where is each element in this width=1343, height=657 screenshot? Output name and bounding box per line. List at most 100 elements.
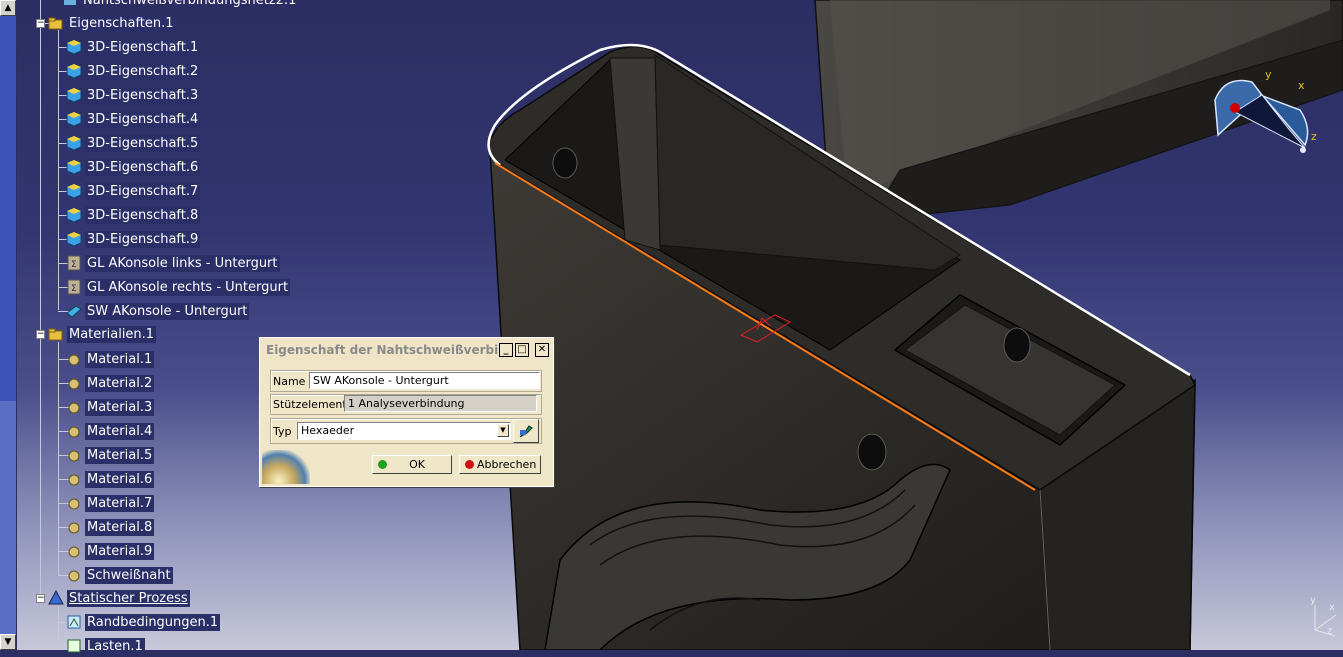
loads-icon xyxy=(67,639,81,653)
dialog-titlebar[interactable]: Eigenschaft der Nahtschweißverbi... _ □ … xyxy=(262,340,551,360)
tree-item-label: Materialien.1 xyxy=(67,325,157,343)
folder-materials-icon xyxy=(48,328,63,341)
tree-item-label: Material.7 xyxy=(85,494,155,512)
dialog-title: Eigenschaft der Nahtschweißverbi... xyxy=(266,343,499,357)
cancel-label: Abbrechen xyxy=(477,458,537,471)
dialog-logo-icon xyxy=(262,450,310,484)
tree-item-label: 3D-Eigenschaft.6 xyxy=(85,158,201,176)
tree-item-material-4[interactable]: Material.4 xyxy=(66,420,155,442)
tree-item-label: 3D-Eigenschaft.5 xyxy=(85,134,201,152)
tree-item-label: 3D-Eigenschaft.1 xyxy=(85,38,201,56)
tree-item-label: GL AKonsole links - Untergurt xyxy=(85,254,280,272)
cancel-button[interactable]: Abbrechen xyxy=(459,455,541,474)
tree-scrollbar[interactable]: ▲ ▼ xyxy=(0,0,17,650)
tree-item-label: Material.8 xyxy=(85,518,155,536)
boundary-conditions-icon xyxy=(67,615,81,629)
tree-item-property-8[interactable]: 3D-Eigenschaft.8 xyxy=(66,204,201,226)
tree-item-material-1[interactable]: Material.1 xyxy=(66,348,155,370)
tree-item-label: 3D-Eigenschaft.8 xyxy=(85,206,201,224)
minimize-icon[interactable]: _ xyxy=(499,343,513,357)
tree-item-label: 3D-Eigenschaft.2 xyxy=(85,62,201,80)
type-label: Typ xyxy=(273,425,292,438)
type-edit-button[interactable] xyxy=(513,419,539,443)
tree-item-material-7[interactable]: Material.7 xyxy=(66,492,155,514)
expander-minus-icon[interactable]: − xyxy=(36,594,45,603)
property-3d-icon xyxy=(66,231,82,247)
compass-z-label: z xyxy=(1311,130,1317,143)
tree-item-property-3[interactable]: 3D-Eigenschaft.3 xyxy=(66,84,201,106)
tree-item-label: Statischer Prozess xyxy=(67,589,190,607)
weld-net-icon xyxy=(64,0,76,5)
tree-item-label: 3D-Eigenschaft.9 xyxy=(85,230,201,248)
tree-item-material-5[interactable]: Material.5 xyxy=(66,444,155,466)
tree-item-property-1[interactable]: 3D-Eigenschaft.1 xyxy=(66,36,201,58)
scroll-down-arrow-icon[interactable]: ▼ xyxy=(0,634,16,650)
axis-triad: y x z xyxy=(1310,595,1337,637)
tree-item-property-4[interactable]: 3D-Eigenschaft.4 xyxy=(66,108,201,130)
tree-item-material-10[interactable]: Schweißnaht xyxy=(66,564,173,586)
tree-item-gl-1[interactable]: Σ GL AKonsole links - Untergurt xyxy=(66,252,280,274)
ok-label: OK xyxy=(409,458,425,471)
material-icon xyxy=(68,474,80,486)
weld-property-dialog[interactable]: Eigenschaft der Nahtschweißverbi... _ □ … xyxy=(259,337,554,487)
tree-item-materials-group[interactable]: Materialien.1 xyxy=(48,323,157,345)
edit-tool-icon xyxy=(519,425,533,438)
property-3d-icon xyxy=(66,87,82,103)
close-icon[interactable]: ✕ xyxy=(535,343,549,357)
tree-item-label: Schweißnaht xyxy=(85,566,173,584)
property-3d-icon xyxy=(66,63,82,79)
tree-item-label: Material.9 xyxy=(85,542,155,560)
process-icon xyxy=(48,590,64,605)
name-field[interactable]: SW AKonsole - Untergurt xyxy=(309,372,540,389)
expander-minus-icon[interactable]: − xyxy=(36,19,45,28)
tree-item-property-9[interactable]: 3D-Eigenschaft.9 xyxy=(66,228,201,250)
material-icon xyxy=(68,378,80,390)
tree-item-label: Material.3 xyxy=(85,398,155,416)
tree-item-label: Randbedingungen.1 xyxy=(85,613,221,631)
material-icon xyxy=(68,570,80,582)
tree-item-label: 3D-Eigenschaft.7 xyxy=(85,182,201,200)
gl-property-icon: Σ xyxy=(67,255,81,271)
material-icon xyxy=(68,450,80,462)
tree-item-boundary-conditions[interactable]: Randbedingungen.1 xyxy=(66,611,221,633)
material-icon xyxy=(68,546,80,558)
tree-item-sw-weld[interactable]: SW AKonsole - Untergurt xyxy=(66,300,250,322)
tree-item-property-2[interactable]: 3D-Eigenschaft.2 xyxy=(66,60,201,82)
tree-item-property-5[interactable]: 3D-Eigenschaft.5 xyxy=(66,132,201,154)
material-icon xyxy=(68,354,80,366)
tree-item-material-8[interactable]: Material.8 xyxy=(66,516,155,538)
scrollbar-thumb[interactable] xyxy=(0,16,16,401)
tree-item-material-3[interactable]: Material.3 xyxy=(66,396,155,418)
material-icon xyxy=(68,426,80,438)
support-field[interactable]: 1 Analyseverbindung xyxy=(344,395,537,412)
tree-item-property-6[interactable]: 3D-Eigenschaft.6 xyxy=(66,156,201,178)
property-3d-icon xyxy=(66,207,82,223)
chevron-down-icon[interactable]: ▼ xyxy=(497,424,509,437)
property-3d-icon xyxy=(66,111,82,127)
tree-item-weld-net[interactable]: Nahtschweißverbindungsnetz2.1 xyxy=(62,0,298,11)
compass-x-label: x xyxy=(1298,79,1305,92)
svg-text:Σ: Σ xyxy=(71,260,77,270)
tree-item-label: 3D-Eigenschaft.3 xyxy=(85,86,201,104)
tree-item-label: Nahtschweißverbindungsnetz2.1 xyxy=(83,0,297,8)
tree-item-property-7[interactable]: 3D-Eigenschaft.7 xyxy=(66,180,201,202)
property-3d-icon xyxy=(66,135,82,151)
maximize-icon[interactable]: □ xyxy=(515,343,529,357)
tree-item-material-6[interactable]: Material.6 xyxy=(66,468,155,490)
type-select[interactable]: Hexaeder ▼ xyxy=(297,422,511,440)
type-select-value: Hexaeder xyxy=(301,424,355,437)
tree-item-label: Material.6 xyxy=(85,470,155,488)
tree-item-material-2[interactable]: Material.2 xyxy=(66,372,155,394)
tree-item-static-process[interactable]: Statischer Prozess xyxy=(48,587,190,609)
tree-item-gl-2[interactable]: Σ GL AKonsole rechts - Untergurt xyxy=(66,276,291,298)
tree-item-properties-group[interactable]: Eigenschaften.1 xyxy=(48,12,176,34)
scroll-up-arrow-icon[interactable]: ▲ xyxy=(0,0,16,16)
tree-item-material-9[interactable]: Material.9 xyxy=(66,540,155,562)
property-3d-icon xyxy=(66,39,82,55)
tree-item-loads[interactable]: Lasten.1 xyxy=(66,635,145,657)
cancel-icon xyxy=(465,460,474,469)
ok-button[interactable]: OK xyxy=(372,455,452,474)
tree-item-label: Eigenschaften.1 xyxy=(67,14,176,32)
expander-minus-icon[interactable]: − xyxy=(36,330,45,339)
specification-tree[interactable]: Nahtschweißverbindungsnetz2.1 − Eigensch… xyxy=(18,0,318,655)
